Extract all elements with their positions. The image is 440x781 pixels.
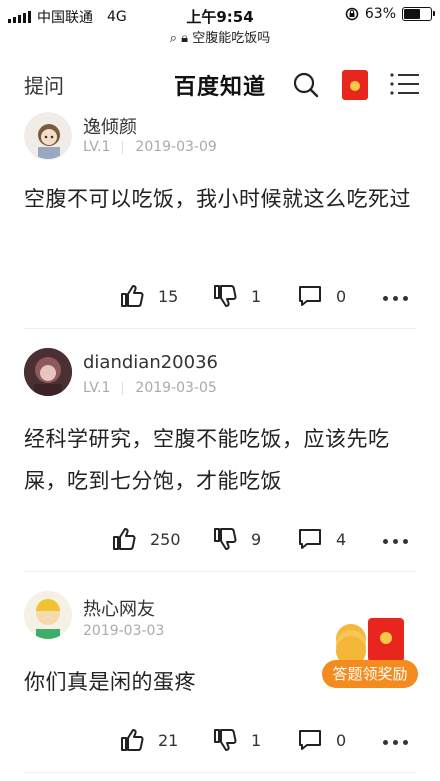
thumbs-down-icon <box>214 285 237 307</box>
answer-actions: 21 1 0 <box>0 728 440 758</box>
user-meta: 2019-03-03 <box>83 623 164 639</box>
like-count: 15 <box>158 286 179 306</box>
red-packet-icon[interactable] <box>342 70 368 100</box>
battery-icon <box>402 7 435 21</box>
user-meta: LV.1 2019-03-09 <box>83 139 217 155</box>
dislike-count: 9 <box>251 529 262 549</box>
like-count: 21 <box>158 730 179 750</box>
comment-count: 4 <box>336 529 347 549</box>
answer-content: 空腹不可以吃饭，我小时候就这么吃死过 <box>24 187 411 211</box>
username[interactable]: 逸倾颜 <box>83 113 137 139</box>
comment-button[interactable]: 0 <box>298 728 346 752</box>
comment-icon <box>299 529 321 549</box>
brand-title: 百度知道 <box>173 75 266 100</box>
like-button[interactable]: 15 <box>120 284 178 308</box>
answer-actions: 250 9 4 <box>0 527 440 557</box>
thumbs-down-icon <box>214 528 237 550</box>
comment-count: 0 <box>336 286 347 306</box>
rotation-lock-icon <box>345 7 359 21</box>
divider <box>24 571 416 572</box>
url-text: 空腹能吃饭吗 <box>192 31 271 46</box>
dislike-button[interactable]: 1 <box>213 284 261 308</box>
thumbs-down-icon <box>214 729 237 751</box>
search-icon[interactable] <box>293 72 319 98</box>
username[interactable]: diandian20036 <box>83 352 218 373</box>
comment-count: 0 <box>336 730 347 750</box>
thumbs-up-icon <box>113 528 136 550</box>
reward-widget[interactable]: 答题领奖励 <box>320 616 418 690</box>
status-bar: 中国联通 4G 上午9:54 63% <box>0 0 440 30</box>
more-icon[interactable] <box>383 740 408 745</box>
dislike-count: 1 <box>251 730 262 750</box>
divider <box>24 772 416 773</box>
dislike-button[interactable]: 1 <box>213 728 261 752</box>
more-icon[interactable] <box>383 296 408 301</box>
user-meta: LV.1 2019-03-05 <box>83 380 217 396</box>
avatar[interactable] <box>24 348 72 396</box>
user-level: LV.1 <box>83 380 111 396</box>
red-envelope-icon <box>368 618 404 662</box>
username[interactable]: 热心网友 <box>83 595 155 621</box>
thumbs-up-icon <box>121 285 144 307</box>
url-bar[interactable]: ⌕ 🔒︎ 空腹能吃饭吗 <box>0 27 440 46</box>
menu-icon[interactable] <box>390 72 420 96</box>
reward-label: 答题领奖励 <box>322 660 418 688</box>
battery-percent: 63% <box>364 6 396 22</box>
lock-icon: 🔒︎ <box>181 31 189 46</box>
comment-button[interactable]: 0 <box>298 284 346 308</box>
answer-actions: 15 1 0 <box>0 284 440 314</box>
like-button[interactable]: 21 <box>120 728 178 752</box>
search-small-icon: ⌕ <box>169 31 178 46</box>
like-button[interactable]: 250 <box>112 527 181 551</box>
comment-icon <box>299 286 321 306</box>
thumbs-up-icon <box>121 729 144 751</box>
answer-content: 经科学研究，空腹不能吃饭，应该先吃屎，吃到七分饱，才能吃饭 <box>24 427 390 493</box>
answer-date: 2019-03-05 <box>135 380 217 396</box>
like-count: 250 <box>150 529 181 549</box>
more-icon[interactable] <box>383 539 408 544</box>
top-nav: 提问 百度知道 <box>0 56 440 112</box>
divider <box>24 328 416 329</box>
avatar[interactable] <box>24 112 72 160</box>
comment-icon <box>299 730 321 750</box>
dislike-count: 1 <box>251 286 262 306</box>
avatar[interactable] <box>24 591 72 639</box>
answer-date: 2019-03-09 <box>135 139 217 155</box>
user-level: LV.1 <box>83 139 111 155</box>
answer-date: 2019-03-03 <box>83 623 165 639</box>
dislike-button[interactable]: 9 <box>213 527 261 551</box>
comment-button[interactable]: 4 <box>298 527 346 551</box>
